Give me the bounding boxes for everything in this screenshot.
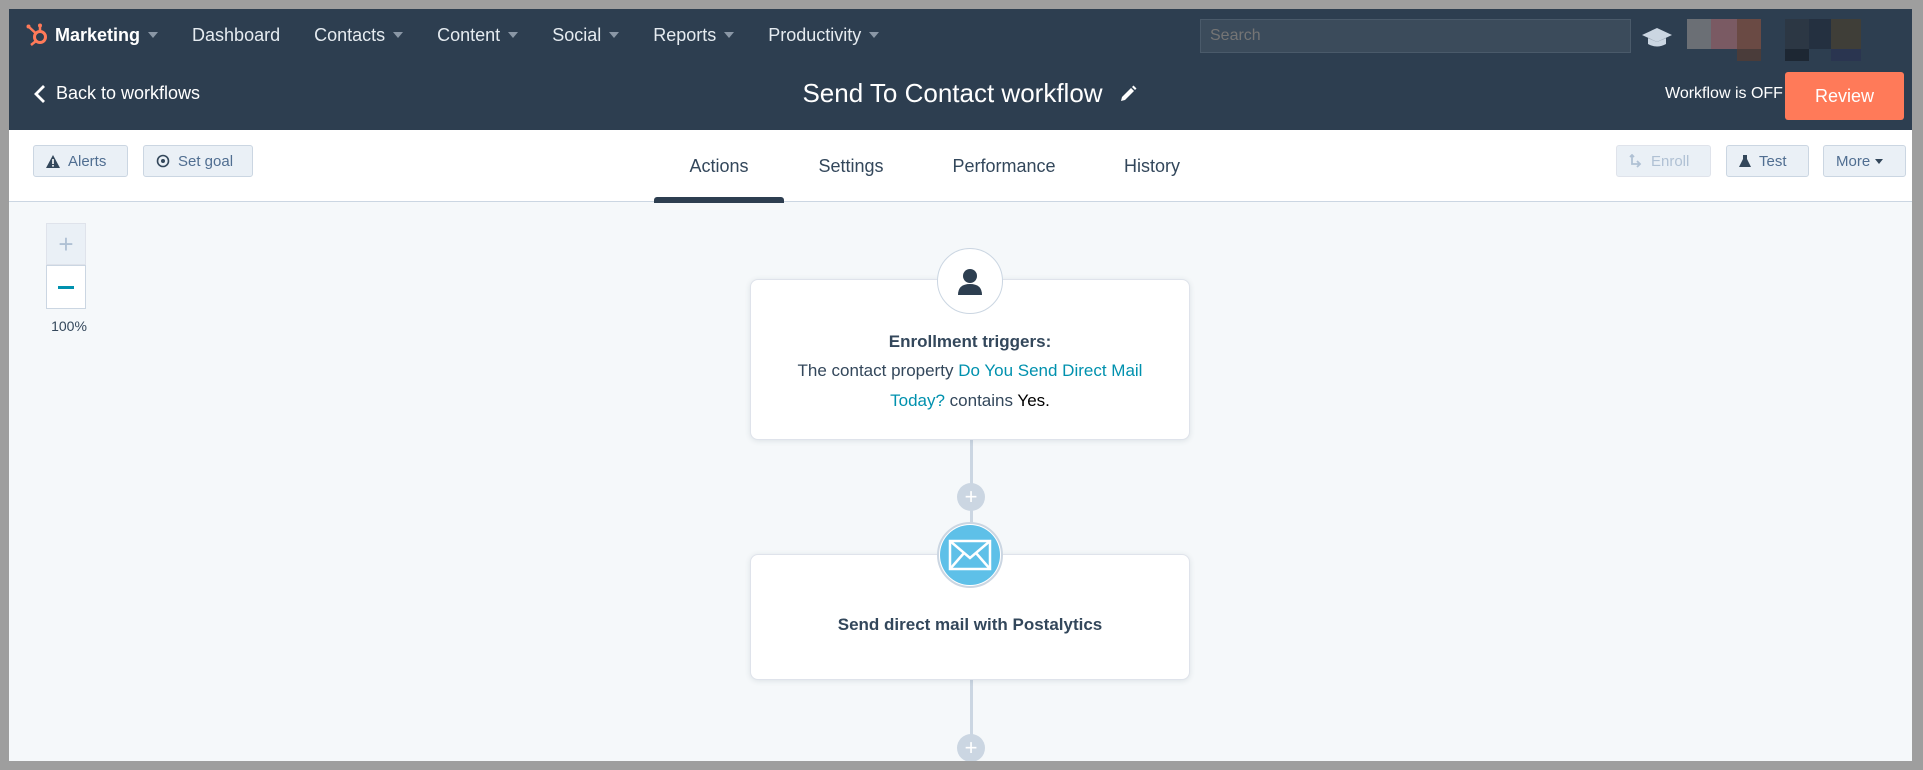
zoom-level: 100% <box>51 318 87 334</box>
zoom-in-button[interactable]: + <box>46 223 86 265</box>
workflow-toolbar: Alerts Set goal Actions Settings Perform… <box>9 130 1912 203</box>
contact-node-icon <box>937 248 1003 314</box>
nav-item-reports[interactable]: Reports <box>653 24 735 46</box>
nav-item-social[interactable]: Social <box>552 24 620 46</box>
nav-item-label: Content <box>437 24 501 45</box>
zoom-out-button[interactable] <box>46 265 86 309</box>
nav-item-label: Dashboard <box>192 24 281 45</box>
tab-label: History <box>1123 155 1180 176</box>
brand-label: Marketing <box>55 24 141 45</box>
nav-item-content[interactable]: Content <box>437 24 519 46</box>
nav-item-productivity[interactable]: Productivity <box>768 24 880 46</box>
chevron-down-icon <box>869 32 880 38</box>
set-goal-button[interactable]: Set goal <box>143 145 253 177</box>
workflow-header: Back to workflows Send To Contact workfl… <box>9 61 1912 130</box>
enroll-icon <box>1629 154 1642 168</box>
add-action-button[interactable]: + <box>957 734 985 761</box>
top-navigation: Marketing Dashboard Contacts Content Soc… <box>9 9 1912 61</box>
alerts-label: Alerts <box>68 152 107 170</box>
tab-history[interactable]: History <box>1090 130 1214 202</box>
nav-item-label: Social <box>552 24 602 45</box>
chevron-down-icon <box>148 32 159 38</box>
tab-label: Settings <box>818 155 884 176</box>
app-window: Marketing Dashboard Contacts Content Soc… <box>9 9 1912 761</box>
enroll-button[interactable]: Enroll <box>1616 145 1711 177</box>
enroll-label: Enroll <box>1651 152 1690 170</box>
add-action-button[interactable]: + <box>957 483 985 511</box>
tab-label: Actions <box>689 155 749 176</box>
envelope-icon <box>940 525 1000 585</box>
flask-icon <box>1739 155 1751 167</box>
tab-performance[interactable]: Performance <box>918 130 1090 202</box>
graduation-cap-icon[interactable] <box>1641 27 1673 49</box>
tab-settings[interactable]: Settings <box>784 130 918 202</box>
chevron-down-icon <box>724 32 735 38</box>
nav-item-label: Productivity <box>768 24 862 45</box>
trigger-prefix: The contact property <box>797 361 954 380</box>
trigger-title: Enrollment triggers: <box>888 332 1052 351</box>
workflow-title-area: Send To Contact workflow <box>9 78 1912 109</box>
zoom-controls: + <box>46 223 86 311</box>
target-icon <box>156 154 170 168</box>
minus-icon <box>58 285 74 289</box>
alerts-button[interactable]: Alerts <box>33 145 128 177</box>
tab-label: Performance <box>952 155 1056 176</box>
nav-item-label: Reports <box>653 24 717 45</box>
tab-actions[interactable]: Actions <box>654 130 784 203</box>
account-menu[interactable] <box>1677 9 1897 61</box>
action-title: Send direct mail with Postalytics <box>837 615 1103 634</box>
nav-item-dashboard[interactable]: Dashboard <box>192 25 280 46</box>
workflow-title: Send To Contact workflow <box>802 78 1103 108</box>
more-label: More <box>1836 152 1871 170</box>
search-input[interactable] <box>1200 19 1631 53</box>
trigger-value: Yes. <box>1017 391 1050 410</box>
nav-item-label: Contacts <box>314 24 386 45</box>
mail-node-icon <box>937 522 1003 588</box>
trigger-operator: contains <box>949 391 1013 410</box>
chevron-down-icon <box>393 32 404 38</box>
chevron-down-icon <box>508 32 519 38</box>
nav-item-contacts[interactable]: Contacts <box>314 24 404 46</box>
review-button[interactable]: Review <box>1785 72 1904 120</box>
warning-icon <box>46 154 60 168</box>
workflow-status: Workflow is OFF <box>1665 85 1783 102</box>
hubspot-sprocket-icon <box>26 23 47 46</box>
brand-menu[interactable]: Marketing <box>25 22 159 48</box>
person-icon <box>958 269 982 295</box>
more-button[interactable]: More <box>1823 145 1906 177</box>
trigger-description: The contact property Do You Send Direct … <box>751 356 1189 416</box>
workflow-tabs: Actions Settings Performance History <box>654 130 1214 203</box>
chevron-down-icon <box>609 32 620 38</box>
test-label: Test <box>1759 152 1787 170</box>
pencil-icon[interactable] <box>1119 85 1137 103</box>
set-goal-label: Set goal <box>178 152 234 170</box>
test-button[interactable]: Test <box>1726 145 1809 177</box>
chevron-down-icon <box>1875 158 1884 164</box>
